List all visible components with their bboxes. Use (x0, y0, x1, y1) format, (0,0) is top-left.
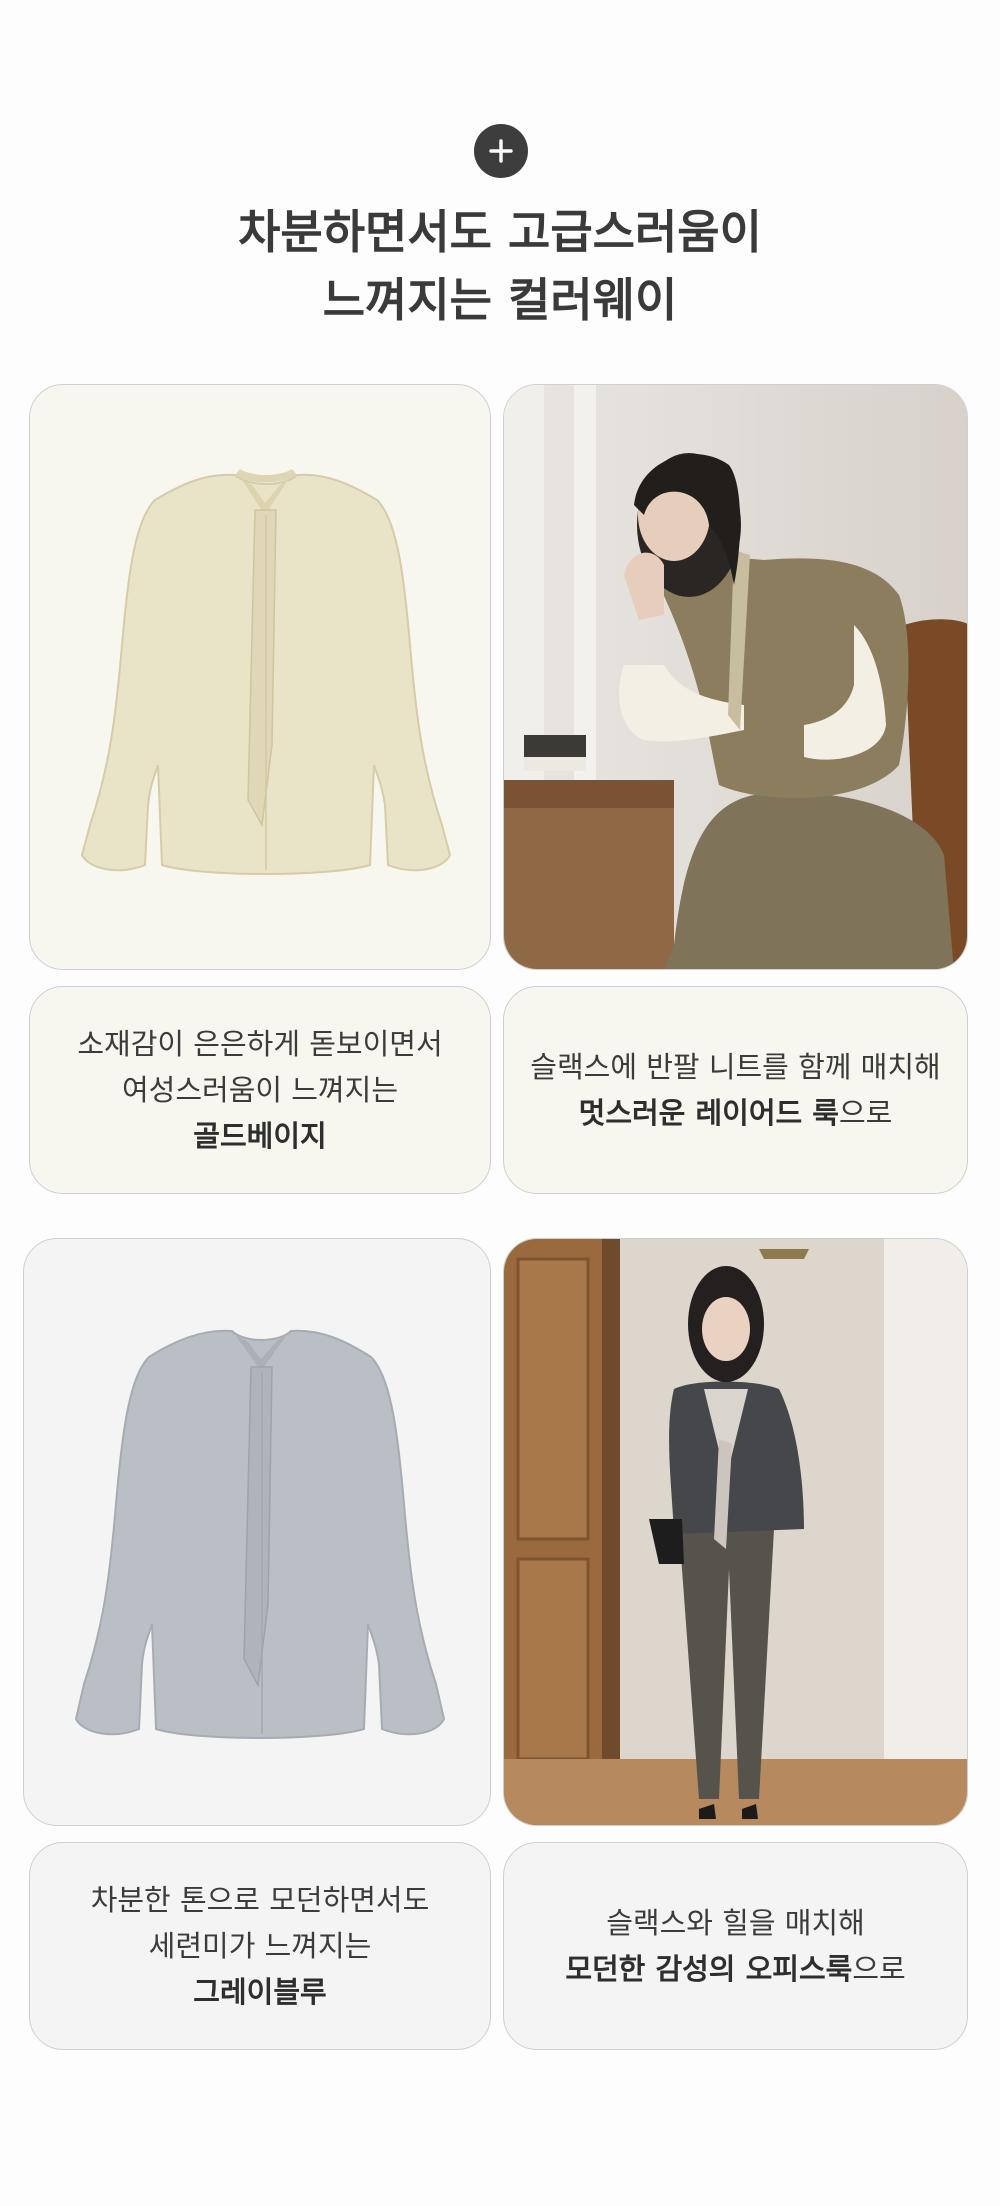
gold-beige-styled-photo (503, 384, 968, 970)
caption-line: 멋스러운 레이어드 룩으로 (579, 1090, 893, 1136)
caption-line: 세련미가 느껴지는 (148, 1929, 372, 1963)
title-line-1: 차분하면서도 고급스러움이 (238, 205, 762, 259)
caption-line: 슬랙스와 힐을 매치해 (606, 1906, 865, 1940)
style-suffix: 으로 (852, 1952, 906, 1986)
color-name: 그레이블루 (193, 1975, 327, 2009)
style-highlight: 모던한 감성의 오피스룩 (565, 1952, 853, 1986)
title-line-2: 느껴지는 컬러웨이 (322, 273, 678, 327)
caption-line: 모던한 감성의 오피스룩으로 (565, 1946, 905, 1992)
style-suffix: 으로 (838, 1096, 893, 1130)
caption-line: 소재감이 은은하게 돋보이면서 (77, 1027, 443, 1061)
gold-beige-blouse-image (29, 384, 491, 970)
plus-icon (474, 124, 528, 178)
grey-blue-product-caption: 차분한 톤으로 모던하면서도 세련미가 느껴지는 그레이블루 (29, 1842, 491, 2050)
grey-blue-blouse-image (23, 1238, 491, 1826)
caption-line: 슬랙스에 반팔 니트를 함께 매치해 (530, 1050, 941, 1084)
grey-blue-styled-photo (503, 1238, 968, 1826)
gold-beige-product-caption: 소재감이 은은하게 돋보이면서 여성스러움이 느껴지는 골드베이지 (29, 986, 491, 1194)
gold-beige-style-caption: 슬랙스에 반팔 니트를 함께 매치해 멋스러운 레이어드 룩으로 (503, 986, 968, 1194)
section-title: 차분하면서도 고급스러움이 느껴지는 컬러웨이 (0, 198, 1000, 334)
color-name: 골드베이지 (193, 1119, 327, 1153)
caption-line: 여성스러움이 느껴지는 (121, 1073, 399, 1107)
style-highlight: 멋스러운 레이어드 룩 (578, 1096, 839, 1130)
grey-blue-style-caption: 슬랙스와 힐을 매치해 모던한 감성의 오피스룩으로 (503, 1842, 968, 2050)
caption-line: 차분한 톤으로 모던하면서도 (90, 1883, 430, 1917)
